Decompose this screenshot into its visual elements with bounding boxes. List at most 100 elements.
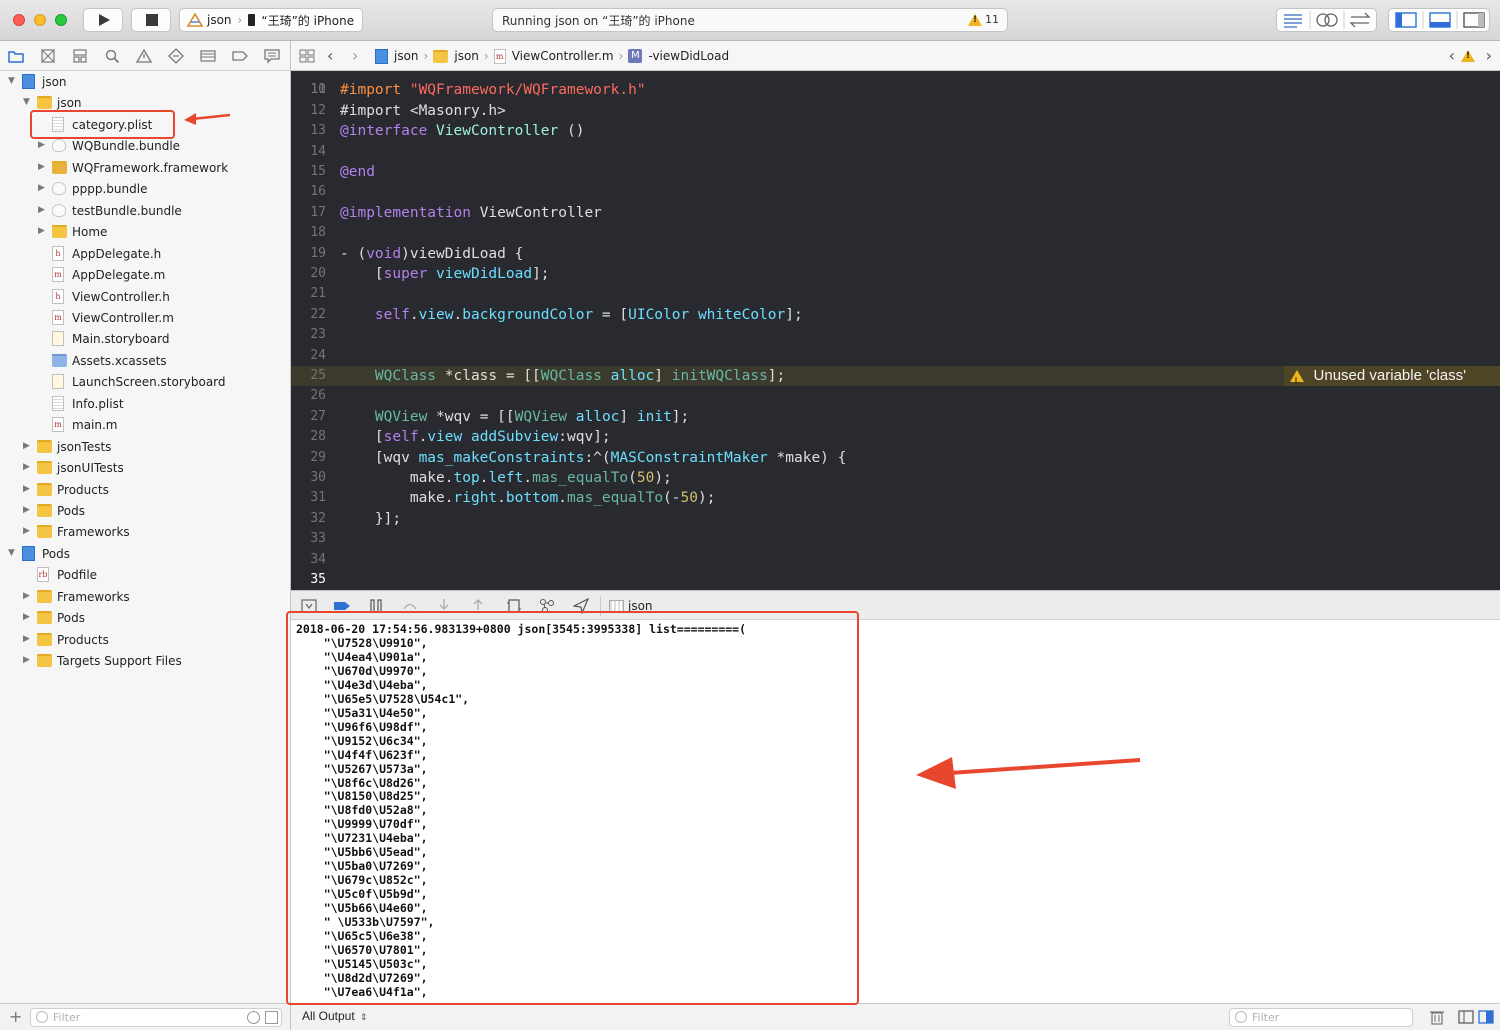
line-number[interactable]: 23 (291, 325, 326, 345)
disclosure-closed-icon[interactable]: ▶ (38, 226, 45, 236)
disclosure-closed-icon[interactable]: ▶ (38, 162, 45, 172)
source-control-filter-icon[interactable] (265, 1011, 278, 1024)
console-view-toggle-icon[interactable] (1478, 1009, 1494, 1025)
line-number[interactable]: 26 (291, 386, 326, 406)
disclosure-closed-icon[interactable]: ▶ (38, 183, 45, 193)
line-number[interactable]: 25 (291, 366, 326, 386)
assistant-editor-icon[interactable] (1316, 13, 1338, 27)
navigator-item[interactable]: ▼ json (0, 72, 290, 93)
navigator-item[interactable]: ▶ Home (0, 222, 290, 243)
version-editor-icon[interactable] (1349, 12, 1371, 28)
navigator-item[interactable]: rb Podfile (0, 565, 290, 586)
line-number[interactable]: 15 (291, 162, 326, 182)
previous-issue-icon[interactable]: ‹ (1449, 46, 1455, 65)
navigator-item[interactable]: ▶ WQFramework.framework (0, 158, 290, 179)
scheme-selector[interactable]: json › “王琦”的 iPhone (179, 8, 363, 32)
find-navigator-icon[interactable] (104, 48, 120, 64)
line-number[interactable]: 28 (291, 427, 326, 447)
navigator-item[interactable]: m main.m (0, 415, 290, 436)
breakpoint-navigator-icon[interactable] (232, 48, 248, 64)
navigator-item[interactable]: ▶ jsonUITests (0, 458, 290, 479)
line-number[interactable]: 11 (291, 80, 326, 100)
line-number[interactable]: 13 (291, 121, 326, 141)
navigator-toggle-icon[interactable] (1395, 12, 1417, 28)
line-number[interactable]: 17 (291, 203, 326, 223)
utilities-toggle-icon[interactable] (1463, 12, 1485, 28)
warning-triangle-icon[interactable] (1461, 50, 1475, 62)
variables-view-toggle-icon[interactable] (1458, 1009, 1474, 1025)
report-navigator-icon[interactable] (264, 48, 280, 64)
source-control-navigator-icon[interactable] (40, 48, 56, 64)
navigator-item[interactable]: Info.plist (0, 394, 290, 415)
line-number[interactable]: 35 (291, 570, 326, 590)
console-filter-input[interactable]: Filter (1229, 1008, 1413, 1027)
disclosure-closed-icon[interactable]: ▶ (23, 484, 30, 494)
line-number[interactable]: 34 (291, 550, 326, 570)
navigator-item[interactable]: ▼ Pods (0, 544, 290, 565)
line-number[interactable]: 21 (291, 284, 326, 304)
debug-area-toggle-icon[interactable] (1429, 12, 1451, 28)
forward-arrow-icon[interactable]: › (352, 46, 358, 65)
line-number[interactable]: 12 (291, 101, 326, 121)
disclosure-closed-icon[interactable]: ▶ (38, 140, 45, 150)
line-number[interactable]: 20 (291, 264, 326, 284)
trash-icon[interactable] (1430, 1009, 1444, 1025)
breadcrumb-group[interactable]: json (454, 49, 479, 63)
disclosure-closed-icon[interactable]: ▶ (23, 526, 30, 536)
symbol-navigator-icon[interactable] (72, 48, 88, 64)
standard-editor-icon[interactable] (1284, 14, 1302, 28)
navigator-item[interactable]: m ViewController.m (0, 308, 290, 329)
line-number[interactable]: 29 (291, 448, 326, 468)
navigator-item[interactable]: ▶ Targets Support Files (0, 651, 290, 672)
navigator-item[interactable]: ▶ Pods (0, 501, 290, 522)
disclosure-open-icon[interactable]: ▼ (23, 97, 30, 107)
disclosure-closed-icon[interactable]: ▶ (38, 205, 45, 215)
navigator-item[interactable]: ▶ Frameworks (0, 522, 290, 543)
line-number[interactable]: 22 (291, 305, 326, 325)
disclosure-closed-icon[interactable]: ▶ (23, 655, 30, 665)
navigator-item[interactable]: ▶ Frameworks (0, 587, 290, 608)
disclosure-closed-icon[interactable]: ▶ (23, 591, 30, 601)
issue-navigator-icon[interactable] (136, 48, 152, 64)
breadcrumb-file[interactable]: ViewController.m (512, 49, 614, 63)
minimize-window-button[interactable] (34, 14, 46, 26)
navigator-filter-input[interactable]: Filter (30, 1008, 282, 1027)
disclosure-closed-icon[interactable]: ▶ (23, 612, 30, 622)
next-issue-icon[interactable]: › (1486, 46, 1492, 65)
navigator-item[interactable]: ▶ Products (0, 480, 290, 501)
line-number[interactable]: 16 (291, 182, 326, 202)
navigator-item[interactable]: ▶ Products (0, 630, 290, 651)
output-selector-dropdown[interactable]: All Output ⇕ (302, 1009, 368, 1023)
breadcrumb-method[interactable]: -viewDidLoad (648, 49, 729, 63)
line-number[interactable]: 19 (291, 244, 326, 264)
disclosure-open-icon[interactable]: ▼ (8, 548, 15, 558)
disclosure-closed-icon[interactable]: ▶ (23, 441, 30, 451)
test-navigator-icon[interactable] (168, 48, 184, 64)
related-items-icon[interactable] (299, 49, 315, 64)
navigator-item[interactable]: ▶ testBundle.bundle (0, 201, 290, 222)
disclosure-closed-icon[interactable]: ▶ (23, 505, 30, 515)
project-navigator-icon[interactable] (8, 48, 24, 64)
back-arrow-icon[interactable]: ‹ (327, 46, 333, 65)
stop-button[interactable] (131, 8, 171, 32)
inline-warning-message[interactable]: Unused variable 'class' (1283, 365, 1500, 391)
line-number[interactable]: 32 (291, 509, 326, 529)
navigator-item[interactable]: Assets.xcassets (0, 351, 290, 372)
line-number[interactable]: 14 (291, 142, 326, 162)
navigator-item[interactable]: h AppDelegate.h (0, 244, 290, 265)
add-file-icon[interactable]: + (9, 1007, 22, 1026)
disclosure-closed-icon[interactable]: ▶ (23, 462, 30, 472)
run-button[interactable] (83, 8, 123, 32)
navigator-item[interactable]: m AppDelegate.m (0, 265, 290, 286)
line-number[interactable]: 33 (291, 529, 326, 549)
disclosure-closed-icon[interactable]: ▶ (23, 634, 30, 644)
navigator-item[interactable]: LaunchScreen.storyboard (0, 372, 290, 393)
warning-count-badge[interactable]: 11 (968, 13, 999, 26)
navigator-item[interactable]: ▶ pppp.bundle (0, 179, 290, 200)
line-number[interactable]: 30 (291, 468, 326, 488)
line-number[interactable]: 31 (291, 488, 326, 508)
source-editor[interactable]: 10 #import <Masonry.h> 11 #import "WQFram… (291, 71, 1500, 590)
line-number[interactable]: 27 (291, 407, 326, 427)
line-number[interactable]: 24 (291, 346, 326, 366)
debug-navigator-icon[interactable] (200, 48, 216, 64)
